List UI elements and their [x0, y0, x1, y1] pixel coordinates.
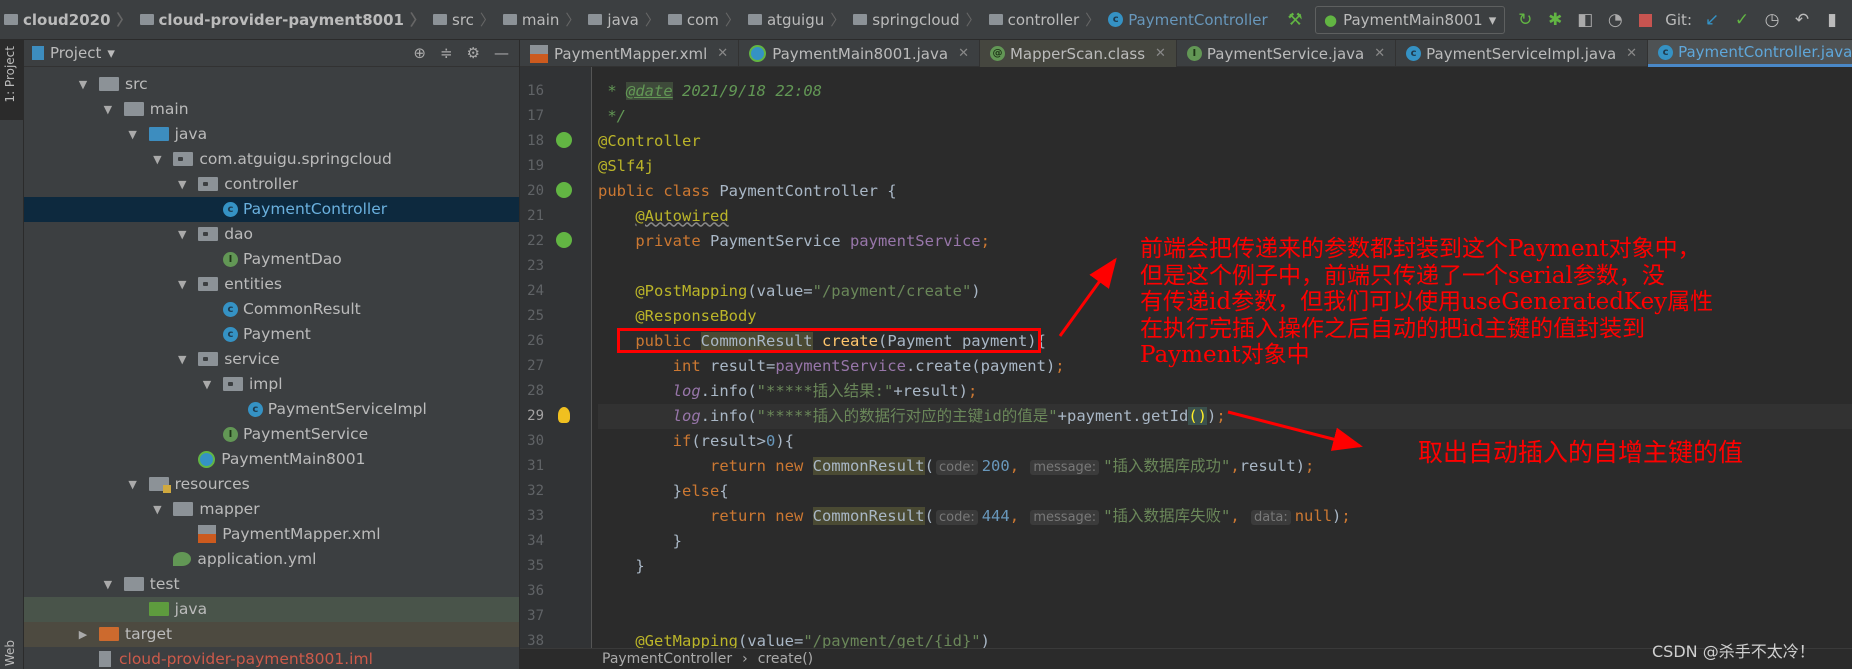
watermark: CSDN @杀手不太冷！	[1652, 642, 1815, 661]
note-line: 在执行完插入操作之后自动的把id主键的值封装到	[1140, 315, 1646, 342]
note-line: 有传递id参数，但我们可以使用useGeneratedKey属性	[1140, 289, 1714, 315]
note-line: Payment对象中	[1140, 342, 1310, 368]
arrow-to-note1	[1058, 257, 1117, 337]
note-line: 前端会把传递来的参数都封装到这个Payment对象中，	[1140, 236, 1701, 262]
annotation-note-2: 取出自动插入的自增主键的值	[1418, 438, 1744, 467]
annotation-note-1: 前端会把传递来的参数都封装到这个Payment对象中， 但是这个例子中，前端只传…	[1140, 236, 1713, 369]
arrow-to-note2	[1227, 410, 1363, 451]
note-line: 但是这个例子中，前端只传递了一个serial参数，没	[1140, 262, 1665, 289]
